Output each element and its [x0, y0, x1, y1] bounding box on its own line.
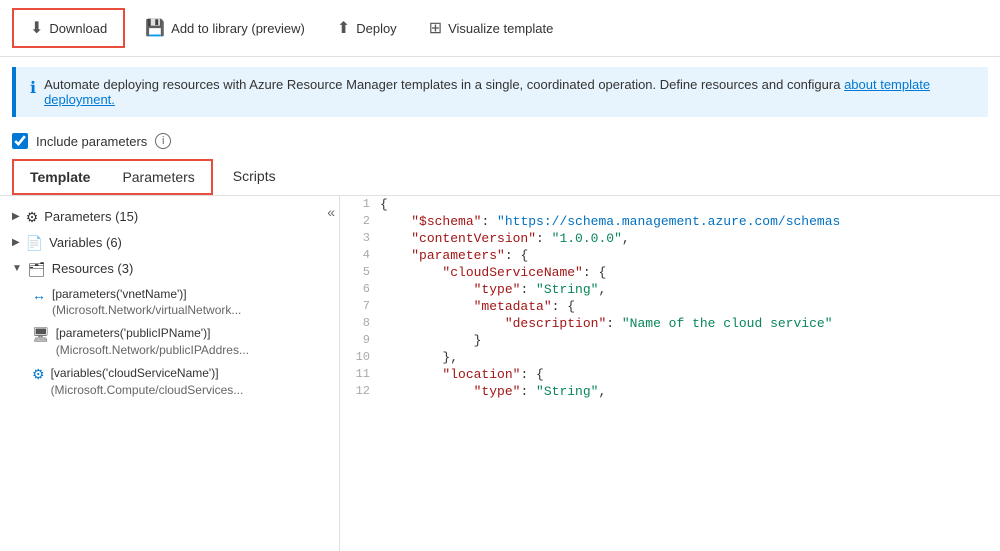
code-line-6: 6 "type": "String", [340, 281, 1000, 298]
deploy-button[interactable]: ⬆ Deploy [321, 10, 413, 46]
cloudservice-icon: ⚙ [32, 366, 45, 383]
deploy-icon: ⬆ [337, 18, 350, 38]
chevron-right-icon: ▶ [12, 237, 20, 248]
line-num: 8 [340, 315, 380, 332]
line-num: 11 [340, 366, 380, 383]
line-code: "contentVersion": "1.0.0.0", [380, 230, 1000, 247]
line-code: "type": "String", [380, 383, 1000, 400]
include-parameters-row: Include parameters i [0, 127, 1000, 155]
include-parameters-info-icon[interactable]: i [155, 133, 171, 149]
vnet-label: [parameters('vnetName')] (Microsoft.Netw… [52, 286, 241, 320]
line-num: 7 [340, 298, 380, 315]
network-icon: ↔ [32, 287, 46, 303]
code-line-4: 4 "parameters": { [340, 247, 1000, 264]
line-num: 10 [340, 349, 380, 366]
add-library-button[interactable]: 💾 Add to library (preview) [129, 10, 321, 46]
parameters-label: Parameters (15) [44, 208, 138, 226]
download-button[interactable]: ⬇ Download [14, 10, 123, 46]
include-parameters-label: Include parameters [36, 134, 147, 149]
line-num: 2 [340, 213, 380, 230]
left-panel: « ▶ ⚙ Parameters (15) ▶ 📄 Variables (6) … [0, 196, 340, 551]
visualize-button[interactable]: ⊞ Visualize template [413, 10, 570, 46]
line-code: "description": "Name of the cloud servic… [380, 315, 1000, 332]
tabs-row: Template Parameters Scripts [0, 155, 1000, 196]
visualize-label: Visualize template [448, 21, 553, 36]
download-icon: ⬇ [30, 18, 43, 38]
download-outlined-group: ⬇ Download [12, 8, 125, 48]
line-code: "$schema": "https://schema.management.az… [380, 213, 1000, 230]
line-code: "location": { [380, 366, 1000, 383]
line-num: 5 [340, 264, 380, 281]
cloudservice-label: [variables('cloudServiceName')] (Microso… [51, 365, 244, 399]
tree-child-publicip[interactable]: 🖥 [parameters('publicIPName')] (Microsof… [0, 322, 339, 362]
gear-icon: ⚙ [26, 209, 39, 226]
publicip-label: [parameters('publicIPName')] (Microsoft.… [56, 325, 249, 359]
code-line-8: 8 "description": "Name of the cloud serv… [340, 315, 1000, 332]
code-line-10: 10 }, [340, 349, 1000, 366]
tab-template[interactable]: Template [14, 161, 106, 193]
template-parameters-outlined: Template Parameters [12, 159, 213, 195]
code-line-2: 2 "$schema": "https://schema.management.… [340, 213, 1000, 230]
download-label: Download [49, 21, 107, 36]
tree-item-resources[interactable]: ▼ 🗂 Resources (3) [0, 256, 339, 282]
line-code: }, [380, 349, 1000, 366]
deploy-label: Deploy [356, 21, 396, 36]
tree-child-vnet[interactable]: ↔ [parameters('vnetName')] (Microsoft.Ne… [0, 283, 339, 323]
main-area: « ▶ ⚙ Parameters (15) ▶ 📄 Variables (6) … [0, 196, 1000, 551]
code-line-9: 9 } [340, 332, 1000, 349]
line-num: 6 [340, 281, 380, 298]
tree-item-parameters[interactable]: ▶ ⚙ Parameters (15) [0, 204, 339, 230]
code-line-7: 7 "metadata": { [340, 298, 1000, 315]
line-code: "metadata": { [380, 298, 1000, 315]
line-code: } [380, 332, 1000, 349]
code-table: 1 { 2 "$schema": "https://schema.managem… [340, 196, 1000, 400]
info-icon: ℹ [30, 78, 36, 98]
info-text: Automate deploying resources with Azure … [44, 77, 974, 107]
line-num: 1 [340, 196, 380, 213]
info-bar: ℹ Automate deploying resources with Azur… [12, 67, 988, 117]
resources-label: Resources (3) [52, 260, 134, 278]
include-parameters-checkbox[interactable] [12, 133, 28, 149]
add-library-label: Add to library (preview) [171, 21, 305, 36]
tree-child-cloudservice[interactable]: ⚙ [variables('cloudServiceName')] (Micro… [0, 362, 339, 402]
collapse-button[interactable]: « [327, 204, 335, 220]
line-code: "parameters": { [380, 247, 1000, 264]
tree-item-variables[interactable]: ▶ 📄 Variables (6) [0, 230, 339, 256]
chevron-down-icon: ▼ [12, 263, 22, 274]
visualize-icon: ⊞ [429, 18, 442, 38]
line-num: 4 [340, 247, 380, 264]
line-code: { [380, 196, 1000, 213]
line-num: 9 [340, 332, 380, 349]
save-icon: 💾 [145, 18, 165, 38]
tab-scripts[interactable]: Scripts [217, 160, 292, 194]
code-line-1: 1 { [340, 196, 1000, 213]
line-code: "type": "String", [380, 281, 1000, 298]
code-line-11: 11 "location": { [340, 366, 1000, 383]
line-num: 3 [340, 230, 380, 247]
line-code: "cloudServiceName": { [380, 264, 1000, 281]
line-num: 12 [340, 383, 380, 400]
tab-parameters[interactable]: Parameters [106, 161, 210, 193]
resources-icon: 🗂 [28, 261, 46, 278]
publicip-icon: 🖥 [32, 326, 50, 343]
document-icon: 📄 [26, 235, 43, 252]
toolbar: ⬇ Download 💾 Add to library (preview) ⬆ … [0, 0, 1000, 57]
code-panel: 1 { 2 "$schema": "https://schema.managem… [340, 196, 1000, 551]
code-line-12: 12 "type": "String", [340, 383, 1000, 400]
chevron-right-icon: ▶ [12, 211, 20, 222]
variables-label: Variables (6) [49, 234, 122, 252]
code-line-3: 3 "contentVersion": "1.0.0.0", [340, 230, 1000, 247]
code-line-5: 5 "cloudServiceName": { [340, 264, 1000, 281]
